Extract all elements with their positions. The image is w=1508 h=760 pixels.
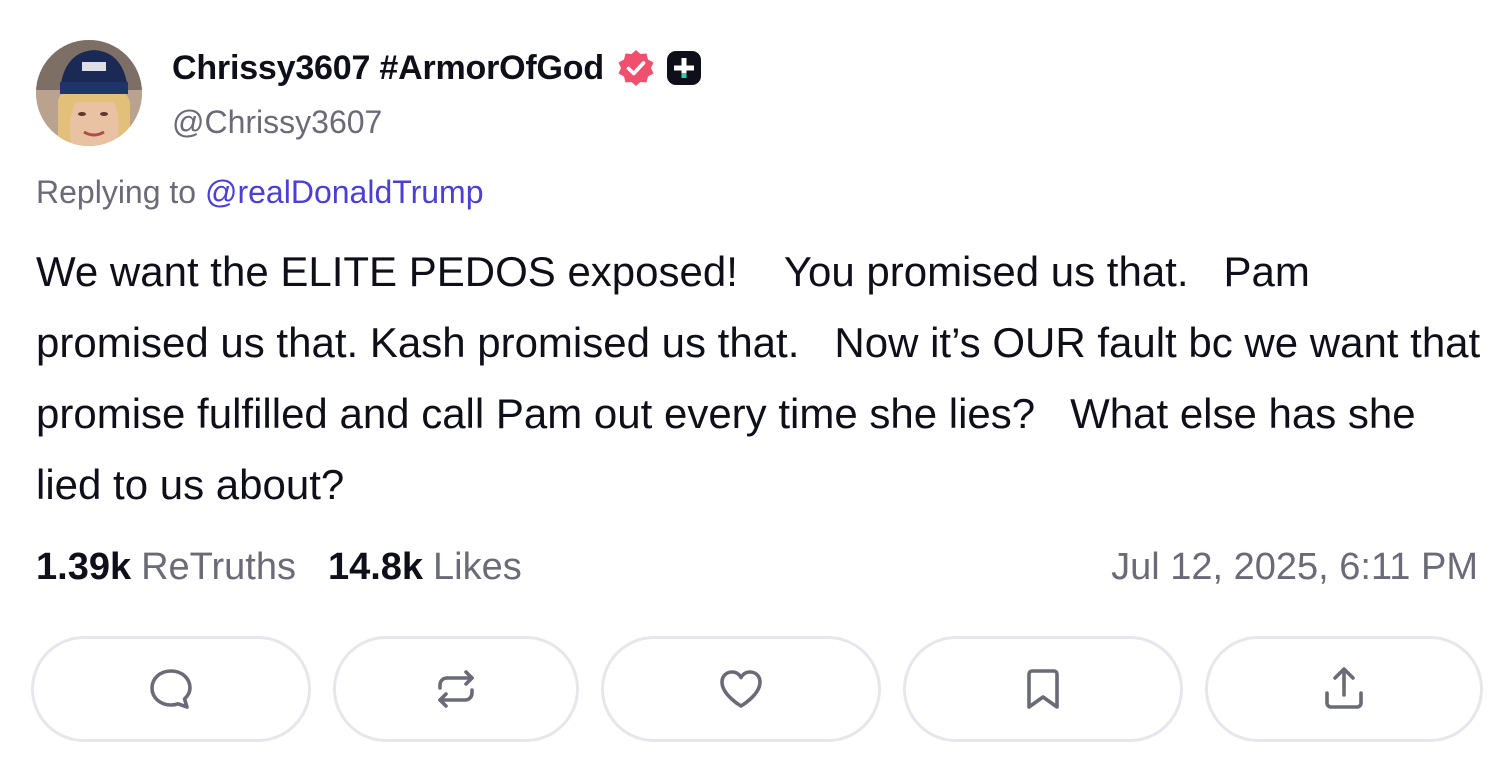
retruths-count[interactable]: 1.39k	[36, 546, 131, 589]
post-timestamp: Jul 12, 2025, 6:11 PM	[1111, 546, 1478, 588]
author-handle[interactable]: @Chrissy3607	[172, 104, 382, 141]
avatar[interactable]	[36, 40, 142, 146]
share-button[interactable]	[1205, 636, 1483, 742]
author-display-name[interactable]: Chrissy3607 #ArmorOfGod	[172, 49, 604, 88]
verified-badge-icon	[616, 48, 656, 88]
bookmark-icon	[1027, 669, 1059, 709]
likes-label[interactable]: Likes	[433, 546, 522, 589]
like-button[interactable]	[601, 636, 881, 742]
retruth-icon	[438, 670, 474, 708]
share-icon	[1325, 667, 1363, 709]
reply-target-link[interactable]: @realDonaldTrump	[205, 174, 484, 210]
truth-plus-icon	[666, 50, 702, 86]
reply-button[interactable]	[31, 636, 311, 742]
retruths-label[interactable]: ReTruths	[141, 546, 296, 589]
post-stats: 1.39k ReTruths 14.8k Likes	[36, 546, 522, 589]
bookmark-button[interactable]	[903, 636, 1183, 742]
reply-prefix: Replying to	[36, 174, 197, 210]
author-name-row: Chrissy3607 #ArmorOfGod	[172, 46, 702, 90]
heart-icon	[720, 670, 762, 708]
likes-count[interactable]: 14.8k	[328, 546, 423, 589]
retruth-button[interactable]	[333, 636, 579, 742]
reply-context: Replying to @realDonaldTrump	[36, 174, 484, 211]
post-text: We want the ELITE PEDOS exposed! You pro…	[36, 248, 1492, 508]
comment-icon	[150, 669, 192, 709]
avatar-image	[36, 40, 142, 146]
